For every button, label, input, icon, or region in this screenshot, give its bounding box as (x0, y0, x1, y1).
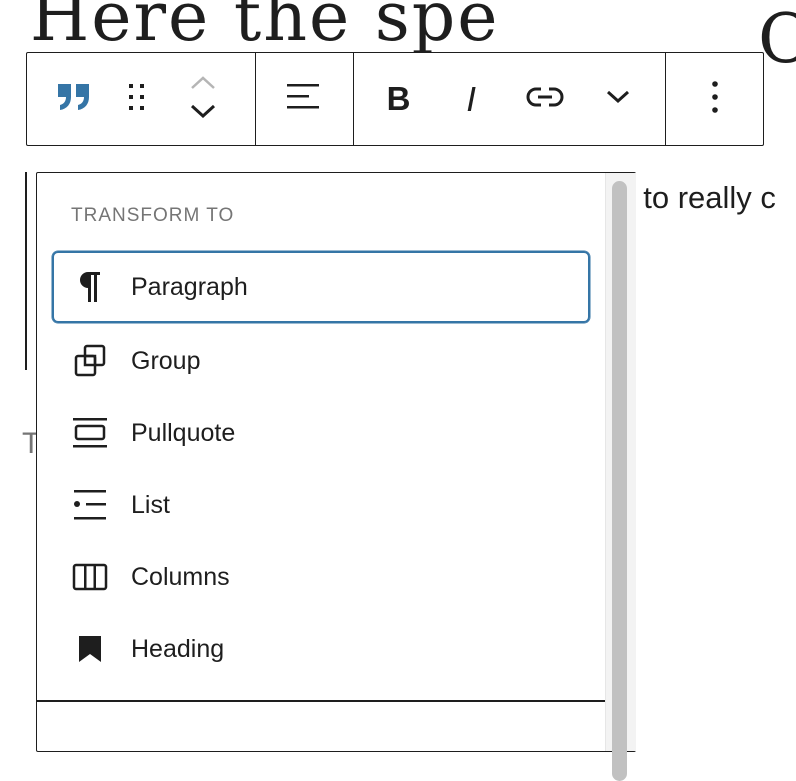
transform-menu: TRANSFORM TO Paragraph Group Pullquote L… (36, 172, 636, 781)
scrollbar-thumb[interactable] (612, 181, 627, 781)
chevron-down-icon (190, 104, 216, 123)
columns-icon (70, 557, 110, 597)
transform-menu-heading: TRANSFORM TO (71, 205, 235, 226)
transform-item-label: Group (131, 346, 201, 375)
background-paragraph: t to really c (626, 180, 776, 215)
block-controls-group (27, 53, 256, 145)
block-toolbar: B I (26, 52, 764, 146)
transform-item-label: List (131, 490, 170, 519)
move-controls (153, 53, 253, 145)
quote-left-border (25, 172, 27, 370)
move-down-button[interactable] (183, 99, 223, 127)
drag-handle-icon (126, 82, 148, 117)
transform-item-label: Columns (131, 562, 230, 591)
italic-button[interactable]: I (444, 53, 500, 145)
align-button[interactable] (256, 53, 353, 145)
align-left-icon (287, 82, 321, 117)
chevron-down-icon (606, 90, 630, 109)
chevron-up-icon (190, 75, 216, 95)
more-vertical-icon (711, 80, 719, 118)
transform-item-label: Paragraph (131, 272, 248, 301)
move-up-button[interactable] (183, 71, 223, 99)
background-heading-text: Here the spe (30, 0, 500, 57)
bookmark-icon (70, 629, 110, 669)
group-icon (70, 341, 110, 381)
list-icon (70, 485, 110, 525)
transform-item-group[interactable]: Group (52, 325, 590, 397)
more-formats-button[interactable] (590, 53, 646, 145)
pullquote-icon (70, 413, 110, 453)
transform-item-heading[interactable]: Heading (52, 613, 590, 685)
block-options-button[interactable] (666, 53, 763, 145)
options-group (666, 53, 763, 145)
transform-item-list[interactable]: List (52, 469, 590, 541)
drag-handle-button[interactable] (121, 53, 153, 145)
transform-item-columns[interactable]: Columns (52, 541, 590, 613)
link-button[interactable] (500, 53, 590, 145)
quote-icon (56, 82, 92, 117)
menu-divider (37, 700, 605, 702)
paragraph-icon (70, 267, 110, 307)
format-group: B I (354, 53, 667, 145)
link-icon (526, 85, 564, 114)
transform-item-paragraph[interactable]: Paragraph (52, 251, 590, 323)
bold-button[interactable]: B (354, 53, 444, 145)
alignment-group (256, 53, 354, 145)
transform-item-pullquote[interactable]: Pullquote (52, 397, 590, 469)
block-type-button[interactable] (27, 53, 121, 145)
transform-item-label: Heading (131, 634, 225, 663)
transform-item-label: Pullquote (131, 418, 236, 447)
